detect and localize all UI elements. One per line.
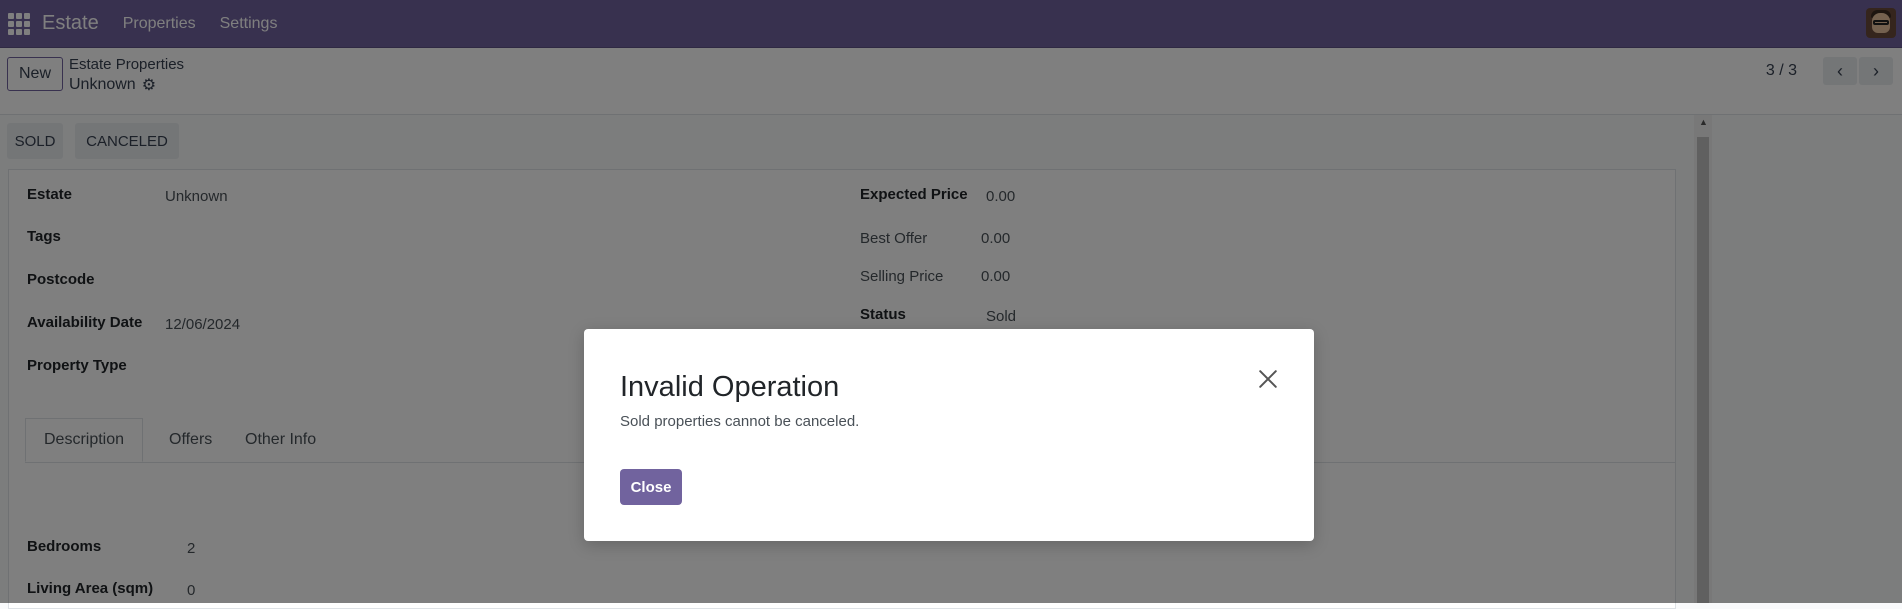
close-button[interactable]: Close [620,469,682,505]
close-icon[interactable] [1256,367,1280,391]
dialog-title: Invalid Operation [620,371,840,403]
error-dialog: Invalid Operation Sold properties cannot… [584,329,1314,541]
dialog-message: Sold properties cannot be canceled. [620,413,860,430]
